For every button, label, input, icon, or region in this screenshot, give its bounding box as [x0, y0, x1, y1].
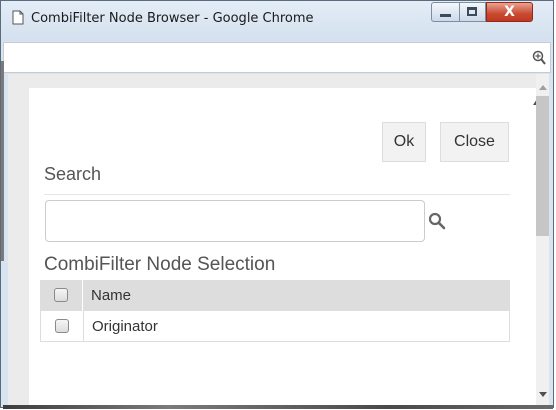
window-bottom-edge	[3, 405, 553, 409]
table-header-row: Name	[40, 280, 510, 311]
minimize-button[interactable]	[431, 2, 459, 22]
select-all-checkbox[interactable]	[54, 288, 68, 302]
close-icon: X	[504, 4, 515, 20]
search-heading: Search	[44, 164, 102, 184]
row-checkbox-cell	[41, 311, 84, 341]
column-header-name[interactable]: Name	[91, 280, 131, 311]
scroll-down-icon[interactable]	[539, 392, 547, 397]
page-icon	[12, 10, 24, 25]
scroll-up-icon[interactable]	[539, 85, 547, 90]
title-bar: CombiFilter Node Browser - Google Chrome…	[1, 1, 553, 41]
maximize-button[interactable]	[459, 2, 486, 22]
table-row[interactable]: Originator	[40, 311, 510, 342]
scrollbar-thumb[interactable]	[536, 96, 549, 236]
selection-heading: CombiFilter Node Selection	[44, 254, 276, 275]
row-checkbox[interactable]	[55, 319, 69, 333]
dialog-page: Ok Close Search CombiFilter Node Selecti…	[29, 88, 541, 405]
ok-button[interactable]: Ok	[382, 122, 426, 162]
close-button[interactable]: Close	[440, 122, 509, 162]
header-checkbox-cell	[40, 280, 83, 311]
divider	[44, 194, 510, 195]
dialog-content: Ok Close Search CombiFilter Node Selecti…	[8, 74, 549, 405]
window-left-edge	[1, 61, 4, 261]
address-bar[interactable]	[3, 42, 551, 73]
maximize-icon	[467, 7, 477, 16]
minimize-icon	[440, 14, 451, 17]
zoom-icon[interactable]	[532, 50, 546, 66]
node-name-cell: Originator	[92, 318, 158, 335]
window-title: CombiFilter Node Browser - Google Chrome	[31, 11, 314, 26]
browser-window: CombiFilter Node Browser - Google Chrome…	[0, 0, 554, 409]
search-icon[interactable]	[428, 212, 446, 230]
search-input[interactable]	[45, 200, 425, 242]
close-window-button[interactable]: X	[486, 2, 533, 22]
vertical-scrollbar[interactable]	[536, 74, 549, 405]
